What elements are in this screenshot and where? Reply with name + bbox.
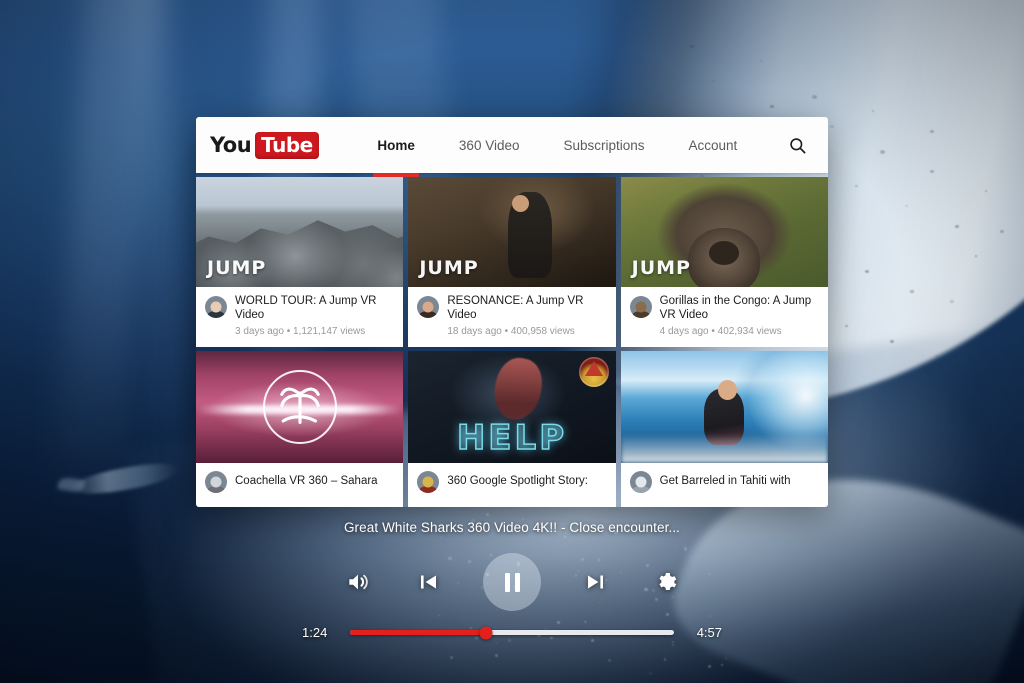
video-meta: Get Barreled in Tahiti with	[621, 463, 828, 507]
jump-watermark: JUMP	[419, 257, 478, 279]
play-pause-button[interactable]	[483, 553, 541, 611]
channel-avatar[interactable]	[630, 471, 652, 493]
gear-icon	[654, 570, 678, 594]
channel-avatar[interactable]	[630, 296, 652, 318]
seek-bar[interactable]	[350, 630, 674, 635]
coachella-palm-logo	[263, 370, 337, 444]
seek-bar-handle[interactable]	[480, 626, 493, 639]
logo-tube-box: Tube	[255, 132, 319, 159]
channel-avatar[interactable]	[205, 296, 227, 318]
total-time-label: 4:57	[688, 625, 722, 640]
previous-button[interactable]	[394, 558, 466, 606]
channel-avatar[interactable]	[205, 471, 227, 493]
volume-icon	[345, 569, 371, 595]
nav-tabs: Home 360 Video Subscriptions Account	[349, 117, 766, 173]
video-title[interactable]: Coachella VR 360 – Sahara	[235, 475, 378, 489]
video-stats: 3 days ago • 1,121,147 views	[235, 326, 394, 338]
video-card[interactable]: JUMP RESONANCE: A Jump VR Video 18 days …	[408, 177, 615, 347]
video-card[interactable]: HELP 360 Google Spotlight Story:	[408, 351, 615, 507]
video-meta: 360 Google Spotlight Story:	[408, 463, 615, 507]
video-stats: 4 days ago • 402,934 views	[660, 326, 819, 338]
logo-tube-text: Tube	[261, 133, 313, 157]
video-grid: JUMP WORLD TOUR: A Jump VR Video 3 days …	[196, 173, 828, 507]
video-thumbnail[interactable]: JUMP	[621, 177, 828, 287]
volume-button[interactable]	[322, 558, 394, 606]
jump-watermark: JUMP	[632, 257, 691, 279]
tab-360-video[interactable]: 360 Video	[459, 117, 520, 173]
video-meta: RESONANCE: A Jump VR Video 18 days ago •…	[408, 287, 615, 347]
video-meta: Gorillas in the Congo: A Jump VR Video 4…	[621, 287, 828, 347]
video-thumbnail[interactable]	[621, 351, 828, 463]
video-thumbnail[interactable]: HELP	[408, 351, 615, 463]
help-title-art: HELP	[457, 418, 567, 458]
video-stats: 18 days ago • 400,958 views	[447, 326, 606, 338]
video-title[interactable]: RESONANCE: A Jump VR Video	[447, 295, 606, 322]
pause-icon	[505, 573, 520, 592]
channel-avatar[interactable]	[417, 471, 439, 493]
youtube-vr-panel: You Tube Home 360 Video Subscriptions Ac…	[196, 117, 828, 507]
video-thumbnail[interactable]	[196, 351, 403, 463]
video-card[interactable]: Coachella VR 360 – Sahara	[196, 351, 403, 507]
now-playing-title: Great White Sharks 360 Video 4K!! - Clos…	[344, 520, 680, 535]
video-title[interactable]: WORLD TOUR: A Jump VR Video	[235, 295, 394, 322]
video-title[interactable]: Get Barreled in Tahiti with	[660, 475, 791, 489]
video-player-controls: Great White Sharks 360 Video 4K!! - Clos…	[0, 520, 1024, 660]
tab-account[interactable]: Account	[689, 117, 738, 173]
seek-bar-row: 1:24 4:57	[302, 625, 722, 640]
youtube-logo[interactable]: You Tube	[210, 132, 319, 159]
logo-you-text: You	[210, 133, 251, 157]
video-title[interactable]: Gorillas in the Congo: A Jump VR Video	[660, 295, 819, 322]
tab-subscriptions[interactable]: Subscriptions	[563, 117, 644, 173]
wave-foam	[621, 434, 828, 463]
search-icon	[788, 136, 807, 155]
playback-control-row	[322, 553, 702, 611]
video-title[interactable]: 360 Google Spotlight Story:	[447, 475, 588, 489]
skip-previous-icon	[417, 570, 441, 594]
jump-watermark: JUMP	[207, 257, 266, 279]
google-spotlight-story-badge	[579, 357, 609, 387]
video-thumbnail[interactable]: JUMP	[408, 177, 615, 287]
channel-avatar[interactable]	[417, 296, 439, 318]
video-thumbnail[interactable]: JUMP	[196, 177, 403, 287]
video-meta: Coachella VR 360 – Sahara	[196, 463, 403, 507]
video-card[interactable]: JUMP WORLD TOUR: A Jump VR Video 3 days …	[196, 177, 403, 347]
video-card[interactable]: JUMP Gorillas in the Congo: A Jump VR Vi…	[621, 177, 828, 347]
video-meta: WORLD TOUR: A Jump VR Video 3 days ago •…	[196, 287, 403, 347]
settings-button[interactable]	[631, 558, 703, 606]
tab-home[interactable]: Home	[377, 117, 415, 173]
current-time-label: 1:24	[302, 625, 336, 640]
next-button[interactable]	[559, 558, 631, 606]
search-button[interactable]	[784, 132, 810, 158]
video-card[interactable]: Get Barreled in Tahiti with	[621, 351, 828, 507]
skip-next-icon	[583, 570, 607, 594]
seek-bar-progress	[350, 630, 486, 635]
top-navigation-bar: You Tube Home 360 Video Subscriptions Ac…	[196, 117, 828, 173]
